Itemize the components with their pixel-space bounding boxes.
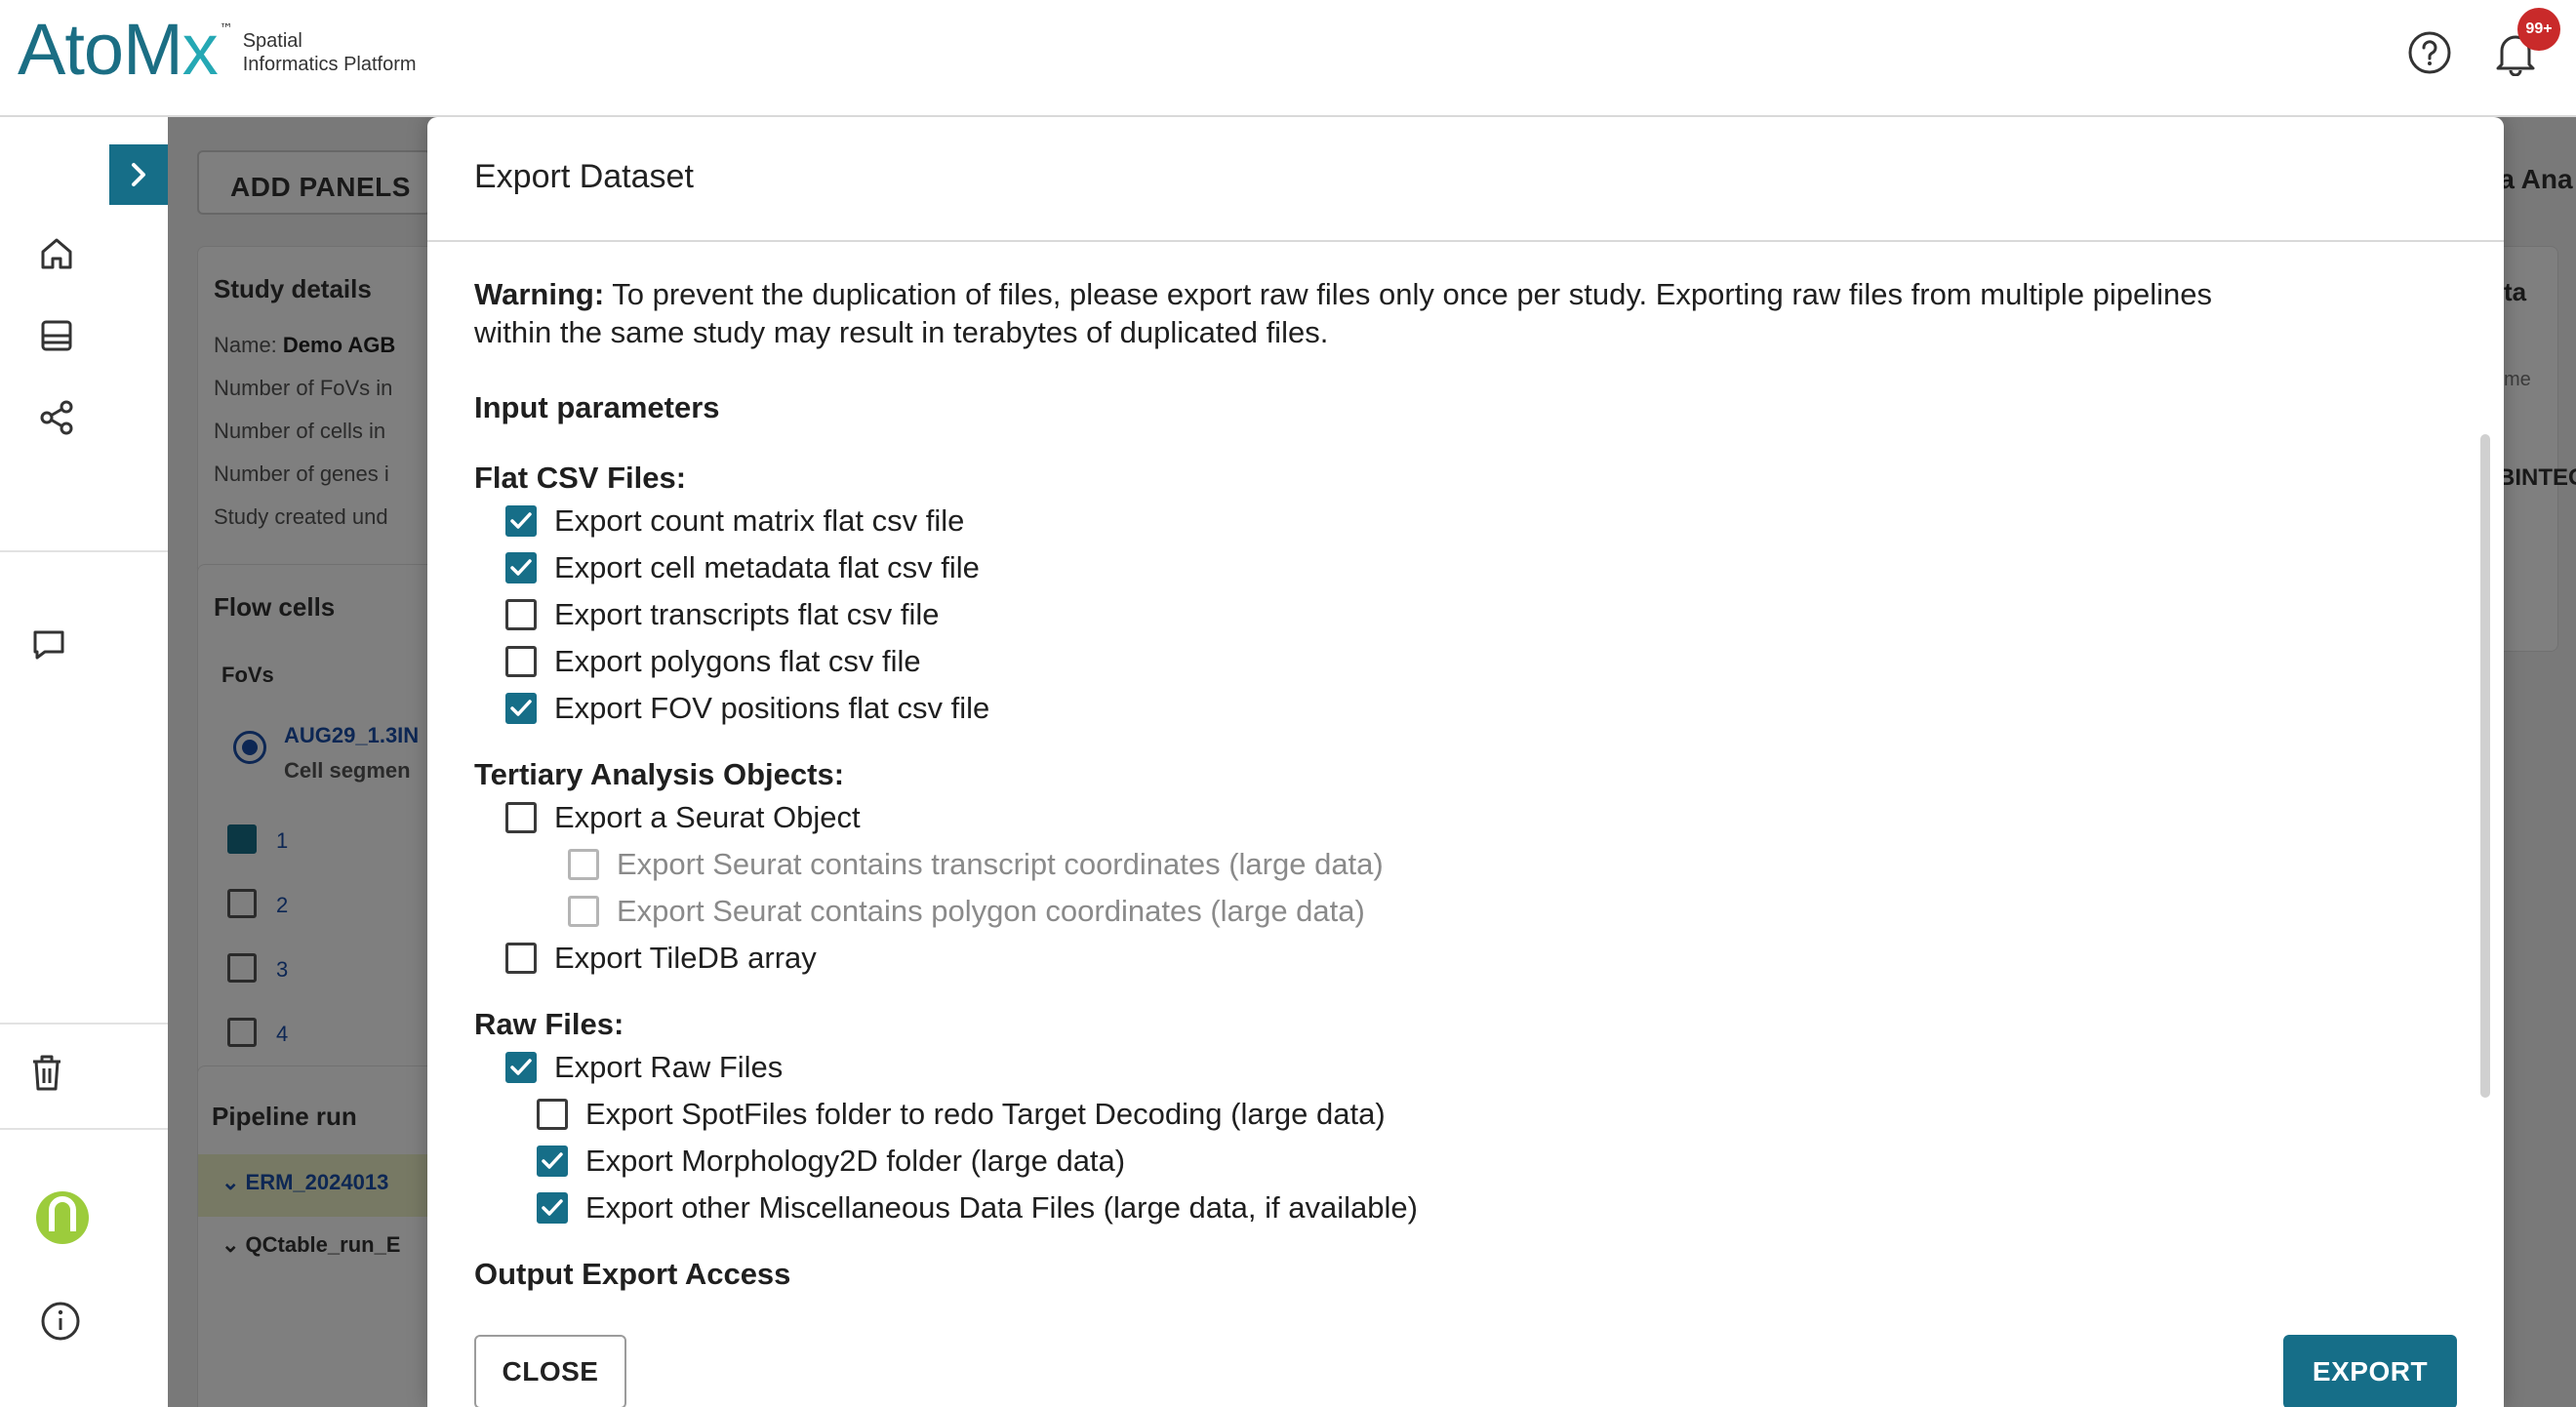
tertiary-analysis-heading: Tertiary Analysis Objects: <box>474 757 845 791</box>
export-spotfiles-option[interactable]: Export SpotFiles folder to redo Target D… <box>537 1095 1386 1134</box>
export-count-matrix-option[interactable]: Export count matrix flat csv file <box>505 502 964 541</box>
atomx-logo[interactable]: AtoMx ™ Spatial Informatics Platform <box>18 10 417 90</box>
checkbox-unchecked-icon[interactable] <box>505 599 537 630</box>
seurat-polygon-coords-option: Export Seurat contains polygon coordinat… <box>568 892 1365 931</box>
export-misc-files-option[interactable]: Export other Miscellaneous Data Files (l… <box>537 1188 1418 1227</box>
export-raw-files-option[interactable]: Export Raw Files <box>505 1048 783 1087</box>
checkbox-unchecked-icon[interactable] <box>505 943 537 974</box>
dialog-divider <box>427 240 2504 242</box>
notifications-bell-icon[interactable]: 99+ <box>2488 8 2560 80</box>
storage-icon[interactable] <box>27 306 86 365</box>
checkbox-disabled-icon <box>568 849 599 880</box>
sidebar-divider <box>0 550 168 552</box>
dialog-scrollbar[interactable] <box>2480 434 2490 1098</box>
sidebar-divider <box>0 1023 168 1025</box>
left-sidebar <box>0 117 168 1407</box>
checkbox-checked-icon[interactable] <box>505 1052 537 1083</box>
duplication-warning: Warning: To prevent the duplication of f… <box>474 277 2213 349</box>
home-icon[interactable] <box>27 224 86 283</box>
export-dataset-dialog: Export Dataset Warning: To prevent the d… <box>427 117 2504 1407</box>
export-tiledb-option[interactable]: Export TileDB array <box>505 939 817 978</box>
info-icon[interactable] <box>31 1292 90 1350</box>
input-parameters-heading: Input parameters <box>474 390 720 424</box>
checkbox-checked-icon[interactable] <box>537 1192 568 1224</box>
export-fov-positions-option[interactable]: Export FOV positions flat csv file <box>505 689 989 728</box>
share-icon[interactable] <box>27 388 86 447</box>
export-seurat-option[interactable]: Export a Seurat Object <box>505 798 861 837</box>
checkbox-checked-icon[interactable] <box>505 693 537 724</box>
app-header: AtoMx ™ Spatial Informatics Platform 99+ <box>0 0 2576 117</box>
checkbox-checked-icon[interactable] <box>537 1146 568 1177</box>
help-icon[interactable] <box>2402 25 2457 80</box>
dialog-body: Warning: To prevent the duplication of f… <box>474 275 2455 1291</box>
export-transcripts-option[interactable]: Export transcripts flat csv file <box>505 595 940 634</box>
checkbox-checked-icon[interactable] <box>505 505 537 537</box>
checkbox-checked-icon[interactable] <box>505 552 537 583</box>
trash-icon[interactable] <box>18 1044 76 1103</box>
export-polygons-option[interactable]: Export polygons flat csv file <box>505 642 921 681</box>
export-button[interactable]: EXPORT <box>2283 1335 2457 1407</box>
checkbox-unchecked-icon[interactable] <box>505 802 537 833</box>
seurat-transcript-coords-option: Export Seurat contains transcript coordi… <box>568 845 1384 884</box>
export-cell-metadata-option[interactable]: Export cell metadata flat csv file <box>505 548 980 587</box>
expand-sidebar-button[interactable] <box>109 144 168 205</box>
sidebar-divider <box>0 1128 168 1130</box>
comment-icon[interactable] <box>20 615 78 673</box>
dialog-title: Export Dataset <box>474 158 694 195</box>
checkbox-disabled-icon <box>568 896 599 927</box>
output-export-access-heading: Output Export Access <box>474 1257 791 1291</box>
checkbox-unchecked-icon[interactable] <box>505 646 537 677</box>
flat-csv-heading: Flat CSV Files: <box>474 461 687 495</box>
export-morphology2d-option[interactable]: Export Morphology2D folder (large data) <box>537 1142 1125 1181</box>
logo-subtitle: Spatial Informatics Platform <box>242 30 417 75</box>
notification-badge: 99+ <box>2517 8 2560 51</box>
nanostring-logo-icon[interactable] <box>33 1188 92 1247</box>
close-button[interactable]: CLOSE <box>474 1335 626 1407</box>
raw-files-heading: Raw Files: <box>474 1007 624 1041</box>
checkbox-unchecked-icon[interactable] <box>537 1099 568 1130</box>
